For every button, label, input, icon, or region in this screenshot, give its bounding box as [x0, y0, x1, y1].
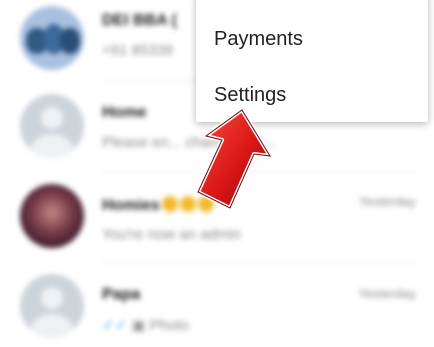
red-arrow-icon — [196, 108, 272, 210]
chat-time: Yesterday — [358, 194, 416, 209]
chat-time: Yesterday — [358, 286, 416, 301]
group-avatar — [20, 6, 84, 70]
default-avatar-icon — [20, 94, 84, 158]
chat-name: Papa — [102, 286, 141, 303]
chat-name-text: Homies — [102, 197, 160, 214]
double-check-icon: ✓✓ — [102, 317, 128, 334]
camera-icon: ▣ — [131, 317, 146, 334]
chat-subtitle-text: Photo — [149, 317, 189, 334]
profile-photo-avatar — [20, 184, 84, 248]
chat-name: DEI BBA ( — [102, 12, 177, 29]
chat-subtitle: ✓✓ ▣ Photo — [102, 316, 189, 334]
chat-name: Home — [102, 104, 147, 121]
default-avatar-icon — [20, 274, 84, 338]
chat-subtitle: +91 85339 — [102, 42, 174, 59]
chat-row-papa[interactable]: Papa Yesterday ✓✓ ▣ Photo — [0, 262, 434, 347]
chat-subtitle: You're now an admin — [102, 226, 242, 243]
menu-item-payments[interactable]: Payments — [214, 28, 303, 51]
